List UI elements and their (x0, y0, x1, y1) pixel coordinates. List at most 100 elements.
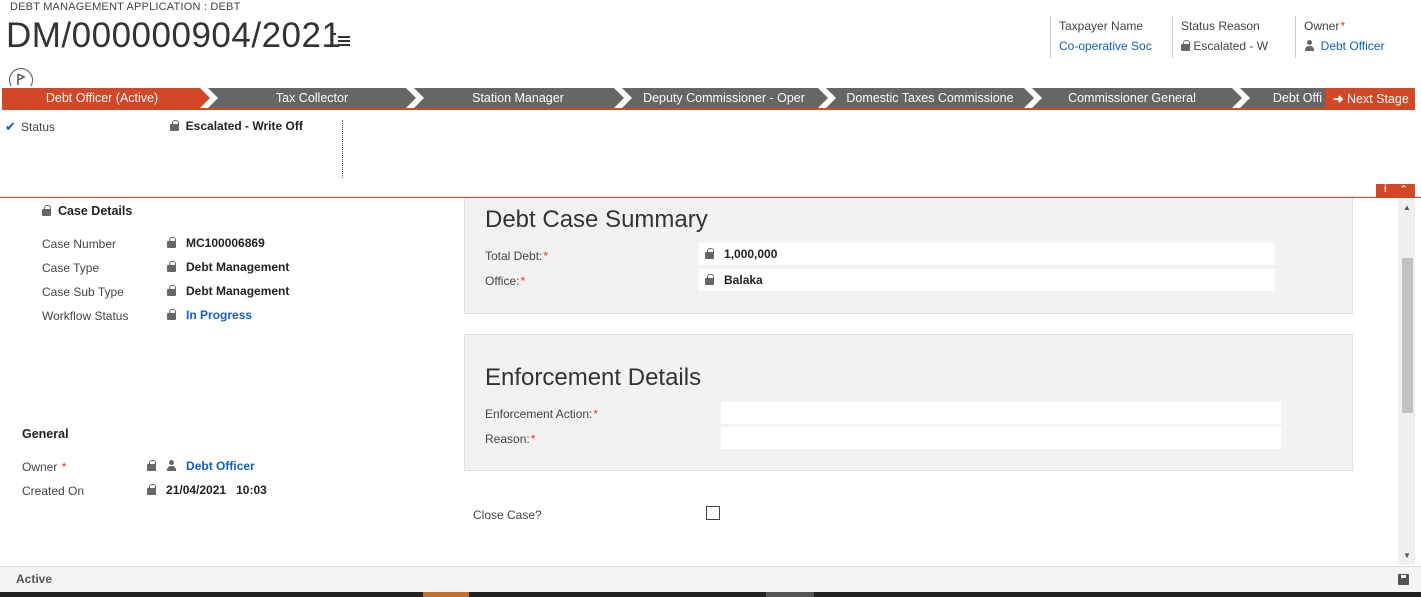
status-reason-text: Escalated - W (1193, 39, 1269, 53)
process-status-text: Escalated - Write Off (185, 119, 303, 133)
scroll-up-icon[interactable]: ▲ (1401, 203, 1413, 212)
lock-icon (42, 205, 51, 216)
process-bar: Debt Officer (Active) Tax Collector Stat… (2, 86, 1415, 110)
save-icon[interactable] (1398, 574, 1409, 585)
stage-domestic-taxes-commissioner[interactable]: Domestic Taxes Commissione (838, 88, 1022, 108)
check-icon: ✔ (5, 119, 16, 134)
next-stage-label: Next Stage (1346, 92, 1409, 106)
enforcement-action-label: Enforcement Action:* (485, 407, 598, 421)
lock-icon (1181, 40, 1190, 51)
case-type-value: Debt Management (167, 260, 289, 274)
created-on-value: 21/04/2021 10:03 (147, 483, 267, 497)
taskbar (0, 592, 1421, 597)
reason-input[interactable] (721, 427, 1281, 449)
owner-value-text[interactable]: Debt Officer (186, 459, 255, 473)
lock-icon (167, 285, 176, 296)
office-text: Balaka (724, 273, 763, 287)
owner-link[interactable]: Debt Officer (1304, 39, 1405, 53)
collapse-controls: i ⌃ (1376, 184, 1415, 198)
case-details-heading: Case Details (42, 204, 132, 218)
created-date: 21/04/2021 (166, 483, 227, 497)
owner-link-text[interactable]: Debt Officer (1321, 39, 1385, 53)
total-debt-value: 1,000,000 (705, 247, 777, 261)
stage-debt-officer-final[interactable]: Debt Offi (1264, 88, 1324, 108)
reason-label-text: Reason: (485, 432, 530, 446)
info-icon[interactable]: i (1384, 184, 1387, 195)
created-time: 10:03 (236, 483, 267, 497)
lock-icon (147, 484, 156, 495)
process-underline (2, 108, 1415, 110)
arrow-right-icon: ➜ (1333, 92, 1344, 106)
owner-value[interactable]: Debt Officer (147, 459, 255, 473)
required-mark: * (1340, 19, 1346, 33)
taskbar-item[interactable] (766, 592, 814, 597)
required-mark: * (543, 249, 549, 263)
total-debt-text: 1,000,000 (724, 247, 778, 261)
header-field-status-reason: Status Reason Escalated - W (1172, 16, 1290, 58)
person-icon (166, 460, 177, 471)
close-case-checkbox[interactable] (706, 506, 720, 520)
lock-icon (167, 309, 176, 320)
chevron-up-icon[interactable]: ⌃ (1399, 183, 1408, 196)
required-mark: * (520, 274, 526, 288)
next-stage-button[interactable]: ➜ Next Stage (1325, 88, 1415, 110)
total-debt-label-text: Total Debt: (485, 249, 543, 263)
required-mark: * (530, 432, 536, 446)
stage-debt-officer[interactable]: Debt Officer (Active) (2, 88, 202, 108)
header-field-taxpayer: Taxpayer Name Co-operative Soc (1050, 16, 1168, 58)
case-sub-type-value: Debt Management (167, 284, 289, 298)
enforcement-action-label-text: Enforcement Action: (485, 407, 593, 421)
workflow-status-text[interactable]: In Progress (186, 308, 252, 322)
taskbar-item[interactable] (423, 592, 469, 597)
case-type-label: Case Type (42, 261, 100, 275)
case-type-text: Debt Management (186, 260, 290, 274)
enforcement-action-input[interactable] (721, 402, 1281, 424)
hamburger-icon[interactable] (332, 33, 350, 47)
case-details-heading-text: Case Details (57, 204, 133, 218)
required-mark: * (61, 460, 67, 474)
reason-label: Reason:* (485, 432, 535, 446)
process-status-value: Escalated - Write Off (170, 119, 303, 133)
workflow-status-value[interactable]: In Progress (167, 308, 252, 322)
header-field-owner: Owner* Debt Officer (1295, 16, 1405, 58)
process-status-label: Status (21, 120, 56, 134)
header-field-label: Owner* (1304, 19, 1405, 33)
lock-icon (705, 248, 714, 259)
general-heading: General (22, 427, 69, 441)
case-sub-type-label: Case Sub Type (42, 285, 124, 299)
office-field[interactable]: Balaka (699, 269, 1275, 291)
case-number-text: MC100006869 (186, 236, 265, 250)
stage-commissioner-general[interactable]: Commissioner General (1042, 88, 1222, 108)
case-sub-type-text: Debt Management (186, 284, 290, 298)
scroll-down-icon[interactable]: ▼ (1401, 551, 1413, 560)
debt-case-summary-title: Debt Case Summary (485, 206, 708, 233)
person-icon (1304, 40, 1314, 51)
office-value: Balaka (705, 273, 763, 287)
lock-icon (170, 120, 179, 131)
stage-station-manager[interactable]: Station Manager (418, 88, 618, 108)
office-label: Office:* (485, 274, 525, 288)
case-number-value: MC100006869 (167, 236, 265, 250)
taxpayer-link[interactable]: Co-operative Soc (1059, 39, 1168, 53)
created-on-label: Created On (22, 484, 85, 498)
lock-icon (167, 237, 176, 248)
debt-case-summary-panel: Debt Case Summary Total Debt:* 1,000,000… (464, 198, 1353, 314)
owner-label: Owner * (22, 460, 66, 474)
stage-deputy-commissioner[interactable]: Deputy Commissioner - Oper (634, 88, 814, 108)
office-label-text: Office: (485, 274, 520, 288)
owner-label-text: Owner (1304, 19, 1340, 33)
header-field-label: Status Reason (1181, 19, 1260, 33)
stage-tax-collector[interactable]: Tax Collector (212, 88, 412, 108)
header-field-label: Taxpayer Name (1059, 19, 1144, 33)
enforcement-details-title: Enforcement Details (485, 364, 702, 391)
record-status: Active (16, 572, 53, 586)
scrollbar-thumb[interactable] (1402, 258, 1413, 413)
total-debt-label: Total Debt:* (485, 249, 548, 263)
case-number-label: Case Number (42, 237, 117, 251)
owner-label-text: Owner (22, 460, 58, 474)
total-debt-field[interactable]: 1,000,000 (699, 243, 1275, 265)
record-title: DM/000000904/2021 (6, 16, 342, 55)
required-mark: * (593, 407, 599, 421)
enforcement-details-panel: Enforcement Details Enforcement Action:*… (464, 334, 1353, 471)
app-title: DEBT MANAGEMENT APPLICATION : DEBT (10, 1, 241, 13)
